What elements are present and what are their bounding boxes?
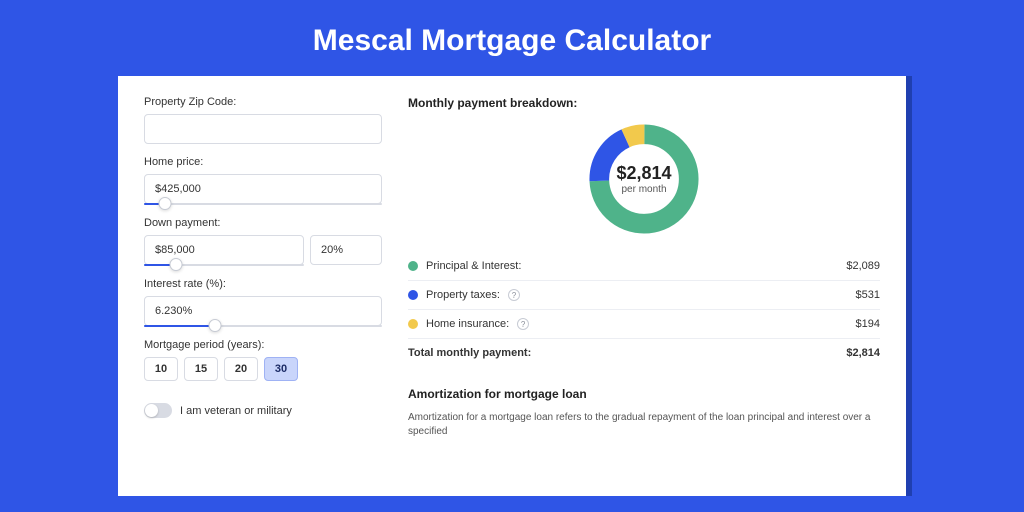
period-option-20[interactable]: 20 — [224, 357, 258, 381]
legend-row: Home insurance:? $194 — [408, 309, 880, 338]
amort-text: Amortization for a mortgage loan refers … — [408, 411, 880, 439]
home-price-label: Home price: — [144, 156, 382, 168]
down-payment-group: Down payment: — [144, 217, 382, 266]
amort-title: Amortization for mortgage loan — [408, 387, 880, 401]
legend-total-label: Total monthly payment: — [408, 347, 531, 359]
period-option-30[interactable]: 30 — [264, 357, 298, 381]
legend-dot — [408, 319, 418, 329]
zip-label: Property Zip Code: — [144, 96, 382, 108]
legend-label: Principal & Interest: — [426, 260, 521, 272]
calculator-card: Property Zip Code: Home price: Down paym… — [118, 76, 906, 496]
period-label: Mortgage period (years): — [144, 339, 382, 351]
period-options: 10152030 — [144, 357, 382, 381]
legend-row: Principal & Interest: $2,089 — [408, 252, 880, 280]
breakdown-title: Monthly payment breakdown: — [408, 96, 880, 110]
zip-input[interactable] — [144, 114, 382, 144]
down-payment-pct-input[interactable] — [310, 235, 382, 265]
veteran-toggle[interactable] — [144, 403, 172, 418]
legend-total-row: Total monthly payment: $2,814 — [408, 338, 880, 367]
donut-sub: per month — [621, 184, 666, 195]
legend-row: Property taxes:? $531 — [408, 280, 880, 309]
info-icon[interactable]: ? — [508, 289, 520, 301]
period-group: Mortgage period (years): 10152030 — [144, 339, 382, 381]
legend: Principal & Interest: $2,089 Property taxe… — [408, 252, 880, 367]
period-option-15[interactable]: 15 — [184, 357, 218, 381]
home-price-input[interactable] — [144, 174, 382, 204]
down-payment-label: Down payment: — [144, 217, 382, 229]
form-panel: Property Zip Code: Home price: Down paym… — [144, 96, 382, 476]
veteran-label: I am veteran or military — [180, 405, 292, 417]
legend-value: $531 — [856, 289, 880, 301]
interest-slider[interactable] — [144, 325, 382, 327]
home-price-slider[interactable] — [144, 203, 382, 205]
slider-thumb[interactable] — [159, 197, 172, 210]
page-title: Mescal Mortgage Calculator — [0, 0, 1024, 76]
donut-value: $2,814 — [616, 163, 671, 184]
period-option-10[interactable]: 10 — [144, 357, 178, 381]
interest-input[interactable] — [144, 296, 382, 326]
slider-thumb[interactable] — [209, 319, 222, 332]
zip-group: Property Zip Code: — [144, 96, 382, 144]
donut-chart: $2,814 per month — [408, 120, 880, 238]
interest-group: Interest rate (%): — [144, 278, 382, 327]
legend-total-value: $2,814 — [846, 347, 880, 359]
slider-thumb[interactable] — [170, 258, 183, 271]
home-price-group: Home price: — [144, 156, 382, 205]
legend-value: $2,089 — [846, 260, 880, 272]
veteran-row: I am veteran or military — [144, 403, 382, 418]
legend-label: Property taxes: — [426, 289, 500, 301]
legend-dot — [408, 261, 418, 271]
legend-label: Home insurance: — [426, 318, 509, 330]
down-payment-slider[interactable] — [144, 264, 304, 266]
legend-value: $194 — [856, 318, 880, 330]
interest-label: Interest rate (%): — [144, 278, 382, 290]
down-payment-input[interactable] — [144, 235, 304, 265]
legend-dot — [408, 290, 418, 300]
breakdown-panel: Monthly payment breakdown: $2,814 per mo… — [408, 96, 880, 476]
info-icon[interactable]: ? — [517, 318, 529, 330]
